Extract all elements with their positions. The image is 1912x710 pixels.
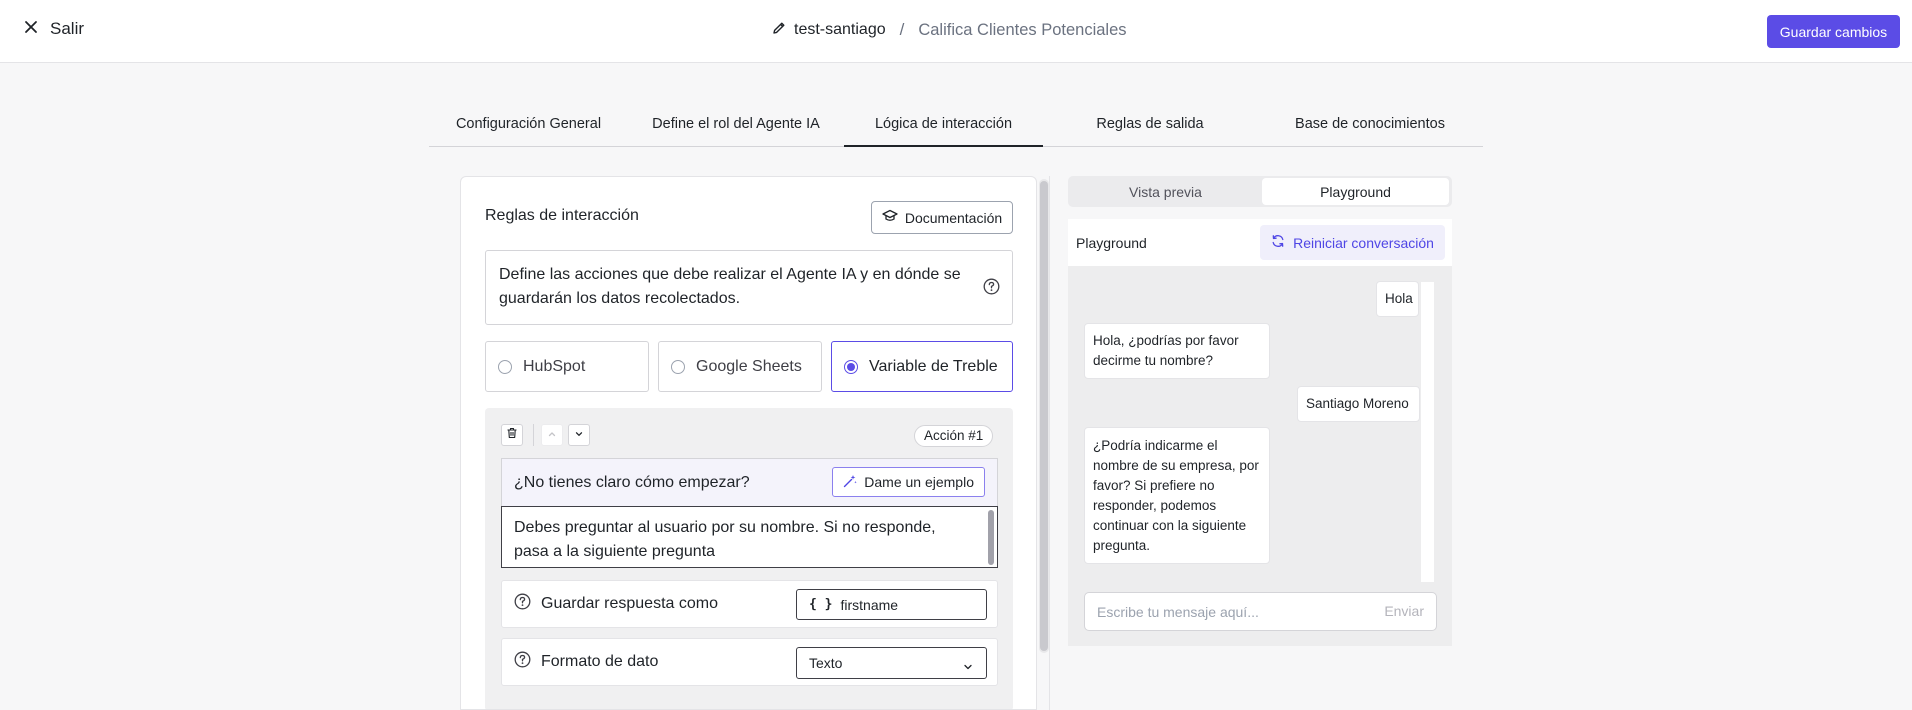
give-example-button[interactable]: Dame un ejemplo: [832, 467, 985, 497]
breadcrumb: test-santiago / Califica Clientes Potenc…: [772, 20, 1127, 40]
magic-wand-icon: [843, 474, 857, 491]
move-down-button[interactable]: [568, 424, 590, 446]
trash-icon: [506, 426, 518, 444]
divider: [533, 424, 534, 446]
top-bar: Salir test-santiago / Califica Clientes …: [0, 0, 1912, 63]
rules-description: Define las acciones que debe realizar el…: [485, 250, 1013, 325]
example-hint-row: ¿No tienes claro cómo empezar? Dame un e…: [501, 458, 998, 506]
exit-button[interactable]: Salir: [24, 19, 84, 39]
tab-preview[interactable]: Vista previa: [1071, 178, 1260, 205]
help-icon[interactable]: [514, 593, 531, 615]
chevron-down-icon: [963, 659, 973, 675]
send-button[interactable]: Enviar: [1384, 603, 1424, 619]
option-treble-variable[interactable]: Variable de Treble: [831, 341, 1013, 392]
chat-message-input[interactable]: Escribe tu mensaje aquí... Enviar: [1084, 592, 1437, 631]
agent-name-edit[interactable]: test-santiago: [772, 21, 886, 40]
restart-conversation-button[interactable]: Reiniciar conversación: [1260, 225, 1445, 260]
help-icon[interactable]: [514, 651, 531, 673]
data-format-label: Formato de dato: [541, 653, 659, 670]
give-example-label: Dame un ejemplo: [864, 474, 974, 490]
radio-treble-variable[interactable]: [844, 359, 858, 374]
action-card: Acción #1 ¿No tienes claro cómo empezar?…: [485, 408, 1013, 709]
chat-scrollbar[interactable]: [1421, 282, 1434, 582]
close-icon: [24, 19, 38, 39]
preview-panel: Vista previa Playground Playground Reini…: [1068, 176, 1452, 646]
tab-bar: Configuración General Define el rol del …: [429, 110, 1483, 147]
documentation-label: Documentación: [904, 209, 1003, 226]
rules-description-text: Define las acciones que debe realizar el…: [499, 266, 961, 307]
graduation-cap-icon: [882, 209, 898, 226]
tab-interaction-logic[interactable]: Lógica de interacción: [844, 110, 1043, 147]
action-number-badge: Acción #1: [914, 425, 994, 447]
chat-message-agent: Hola, ¿podrías por favor decirme tu nomb…: [1084, 323, 1270, 379]
data-format-select[interactable]: Texto: [796, 647, 987, 679]
tab-knowledge-base[interactable]: Base de conocimientos: [1257, 110, 1483, 147]
chat-message-agent: ¿Podría indicarme el nombre de su empres…: [1084, 427, 1270, 564]
chevron-down-icon: [574, 426, 584, 444]
example-hint-text: ¿No tienes claro cómo empezar?: [514, 473, 750, 491]
breadcrumb-separator: /: [899, 20, 905, 39]
documentation-button[interactable]: Documentación: [871, 201, 1013, 234]
option-treble-variable-label: Variable de Treble: [869, 357, 998, 375]
move-up-button[interactable]: [541, 424, 563, 446]
playground-header: Playground Reiniciar conversación: [1068, 219, 1452, 266]
playground-title: Playground: [1076, 234, 1147, 251]
save-response-row: Guardar respuesta como { } firstname: [501, 580, 998, 628]
tab-playground[interactable]: Playground: [1262, 178, 1449, 205]
rules-title: Reglas de interacción: [485, 207, 639, 224]
option-hubspot-label: HubSpot: [523, 357, 586, 375]
chat-area: Hola Hola, ¿podrías por favor decirme tu…: [1068, 266, 1452, 646]
chat-input-placeholder: Escribe tu mensaje aquí...: [1097, 603, 1259, 620]
chat-message-user: Santiago Moreno: [1297, 386, 1420, 422]
data-format-value: Texto: [809, 655, 843, 671]
option-hubspot[interactable]: HubSpot: [485, 341, 649, 392]
data-format-row: Formato de dato Texto: [501, 638, 998, 686]
save-changes-button[interactable]: Guardar cambios: [1767, 15, 1900, 48]
action-prompt-textarea[interactable]: Debes preguntar al usuario por su nombre…: [501, 506, 998, 568]
option-google-sheets-label: Google Sheets: [696, 357, 802, 375]
save-response-input[interactable]: { } firstname: [796, 589, 987, 620]
panel-scrollbar-thumb[interactable]: [1040, 181, 1048, 651]
tab-output-rules[interactable]: Reglas de salida: [1043, 110, 1257, 147]
option-google-sheets[interactable]: Google Sheets: [658, 341, 822, 392]
tab-agent-role[interactable]: Define el rol del Agente IA: [628, 110, 844, 147]
panel-divider: [1049, 176, 1050, 710]
pencil-icon: [772, 21, 786, 40]
agent-name: test-santiago: [794, 21, 886, 38]
help-icon[interactable]: [983, 278, 1000, 303]
restart-conversation-label: Reiniciar conversación: [1293, 234, 1434, 251]
refresh-icon: [1271, 234, 1285, 251]
save-response-label: Guardar respuesta como: [541, 595, 718, 612]
page-title: Califica Clientes Potenciales: [918, 20, 1127, 39]
exit-label: Salir: [50, 19, 85, 38]
chevron-up-icon: [547, 426, 557, 444]
action-prompt-text: Debes preguntar al usuario por su nombre…: [514, 519, 936, 560]
tab-general-config[interactable]: Configuración General: [429, 110, 628, 147]
delete-action-button[interactable]: [501, 424, 523, 446]
textarea-scrollbar[interactable]: [988, 510, 994, 565]
braces-icon: { }: [809, 597, 833, 612]
radio-google-sheets[interactable]: [671, 359, 685, 374]
radio-hubspot[interactable]: [498, 359, 512, 374]
preview-mode-switch: Vista previa Playground: [1068, 176, 1452, 207]
chat-message-user: Hola: [1376, 281, 1419, 317]
save-response-value: firstname: [840, 596, 899, 613]
interaction-rules-panel: Reglas de interacción Documentación Defi…: [460, 176, 1037, 710]
